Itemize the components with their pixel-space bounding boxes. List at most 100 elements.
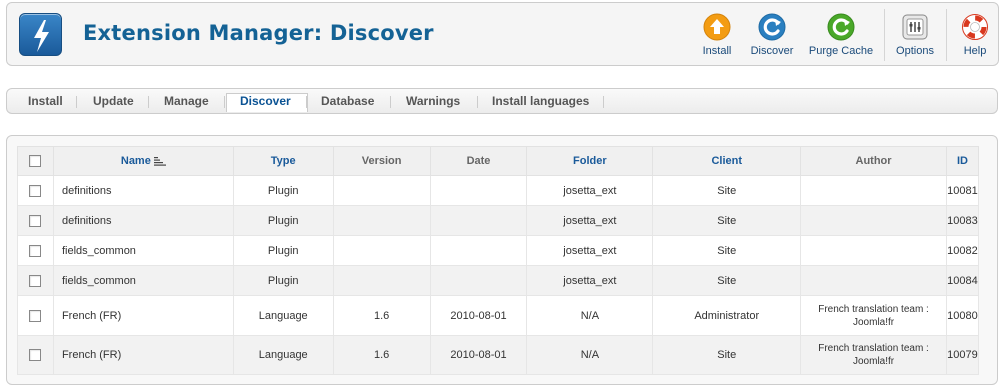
options-button[interactable]: Options: [891, 3, 939, 65]
cell-version: 1.6: [332, 295, 431, 336]
cell-name: fields_common: [52, 235, 234, 266]
cell-client: Site: [652, 235, 802, 266]
tab-divider: [76, 96, 77, 108]
row-select-cell: [17, 235, 54, 266]
row-select-cell: [17, 335, 54, 375]
row-checkbox[interactable]: [29, 244, 42, 257]
tab-database[interactable]: Database: [321, 94, 374, 108]
extensions-table: Name Type Version Date Folder Client Aut…: [17, 146, 980, 375]
cell-date: [429, 265, 528, 296]
options-icon: [902, 14, 928, 40]
cell-author: [800, 205, 947, 236]
row-checkbox[interactable]: [29, 349, 42, 362]
cell-client: Site: [652, 265, 802, 296]
cell-folder: N/A: [526, 295, 654, 336]
cell-id: 10084: [945, 265, 980, 296]
cell-type: Language: [232, 335, 334, 375]
tab-install-languages[interactable]: Install languages: [492, 94, 589, 108]
cell-date: [429, 235, 528, 266]
cell-version: [332, 205, 431, 236]
cell-folder: N/A: [526, 335, 654, 375]
row-checkbox[interactable]: [29, 274, 42, 287]
cell-author: French translation team : Joomla!fr: [800, 295, 947, 336]
toolbar-divider: [946, 9, 947, 61]
tab-install[interactable]: Install: [28, 94, 63, 108]
row-select-cell: [17, 175, 54, 206]
row-checkbox[interactable]: [29, 309, 42, 322]
column-header-type[interactable]: Type: [232, 146, 334, 176]
tab-discover[interactable]: Discover: [240, 94, 291, 108]
column-header-name[interactable]: Name: [52, 146, 234, 176]
cell-client: Site: [652, 205, 802, 236]
select-all-checkbox[interactable]: [29, 155, 42, 168]
cell-date: [429, 175, 528, 206]
tab-warnings[interactable]: Warnings: [406, 94, 460, 108]
cell-author: [800, 175, 947, 206]
cell-folder: josetta_ext: [526, 265, 654, 296]
cell-client: Site: [652, 175, 802, 206]
discover-label: Discover: [750, 45, 794, 57]
cell-type: Plugin: [232, 205, 334, 236]
cell-name: French (FR): [52, 335, 234, 375]
cell-version: 1.6: [332, 335, 431, 375]
discover-button[interactable]: Discover: [743, 3, 801, 65]
cell-name: fields_common: [52, 265, 234, 296]
cell-client: Site: [652, 335, 802, 375]
column-header-version: Version: [332, 146, 431, 176]
cell-date: 2010-08-01: [429, 295, 528, 336]
tab-manage[interactable]: Manage: [164, 94, 209, 108]
toolbar-divider: [884, 9, 885, 61]
cell-folder: josetta_ext: [526, 175, 654, 206]
purge-cache-label: Purge Cache: [808, 45, 874, 57]
row-select-cell: [17, 205, 54, 236]
table-row: French (FR) Language 1.6 2010-08-01 N/A …: [17, 295, 980, 336]
cell-date: [429, 205, 528, 236]
tab-update[interactable]: Update: [93, 94, 134, 108]
cell-author: [800, 235, 947, 266]
table-row: French (FR) Language 1.6 2010-08-01 N/A …: [17, 335, 980, 375]
cell-id: 10081: [945, 175, 980, 206]
table-header-row: Name Type Version Date Folder Client Aut…: [17, 146, 980, 176]
row-select-cell: [17, 265, 54, 296]
column-header-id[interactable]: ID: [945, 146, 980, 176]
cell-type: Language: [232, 295, 334, 336]
row-checkbox[interactable]: [29, 184, 42, 197]
tab-divider: [477, 96, 478, 108]
table-row: definitions Plugin josetta_ext Site 1008…: [17, 205, 980, 236]
cell-name: definitions: [52, 205, 234, 236]
cell-type: Plugin: [232, 175, 334, 206]
row-checkbox[interactable]: [29, 214, 42, 227]
purge-cache-button[interactable]: Purge Cache: [805, 3, 877, 65]
column-header-folder[interactable]: Folder: [526, 146, 654, 176]
toolbar-header: Extension Manager: Discover Install Disc…: [6, 2, 999, 66]
cell-folder: josetta_ext: [526, 235, 654, 266]
tab-divider: [224, 96, 225, 108]
purge-cache-icon: [827, 13, 855, 41]
column-header-label: Name: [120, 155, 151, 167]
page-title: Extension Manager: Discover: [83, 21, 434, 45]
cell-author: French translation team : Joomla!fr: [800, 335, 947, 375]
cell-type: Plugin: [232, 265, 334, 296]
help-icon: [962, 14, 988, 40]
extension-manager-logo-icon: [19, 13, 62, 56]
options-label: Options: [896, 45, 934, 57]
column-header-client[interactable]: Client: [652, 146, 802, 176]
cell-id: 10080: [945, 295, 980, 336]
row-select-cell: [17, 295, 54, 336]
sort-ascending-icon: [153, 157, 166, 166]
help-button[interactable]: Help: [953, 3, 997, 65]
tab-divider: [148, 96, 149, 108]
cell-name: definitions: [52, 175, 234, 206]
table-row: definitions Plugin josetta_ext Site 1008…: [17, 175, 980, 206]
submenu-tabs: Install Update Manage Discover Database …: [6, 88, 998, 114]
table-row: fields_common Plugin josetta_ext Site 10…: [17, 235, 980, 266]
extensions-panel: Name Type Version Date Folder Client Aut…: [6, 135, 998, 385]
discover-icon: [758, 13, 786, 41]
install-button[interactable]: Install: [695, 3, 739, 65]
cell-version: [332, 265, 431, 296]
help-label: Help: [963, 45, 987, 57]
install-icon: [703, 13, 731, 41]
cell-name: French (FR): [52, 295, 234, 336]
cell-date: 2010-08-01: [429, 335, 528, 375]
cell-type: Plugin: [232, 235, 334, 266]
